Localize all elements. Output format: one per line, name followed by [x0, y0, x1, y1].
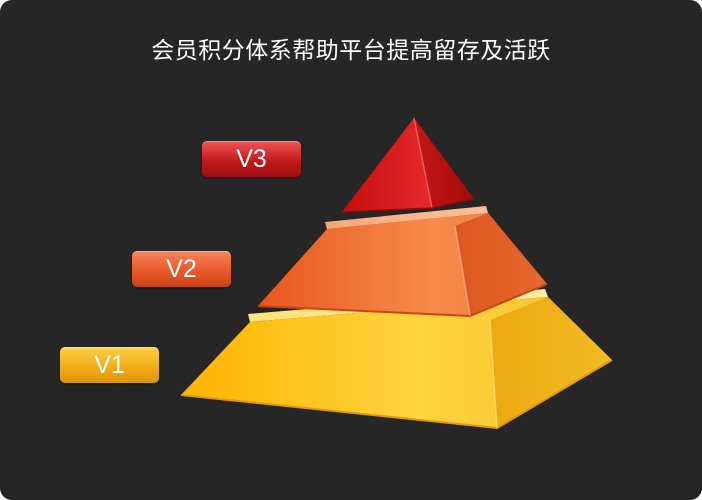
level-label-v1: V1 [60, 347, 159, 383]
level-label-v2: V2 [132, 251, 231, 287]
tier-v1-side-face [490, 297, 612, 428]
diagram-card: 会员积分体系帮助平台提高留存及活跃 V3 V2 V1 [0, 0, 702, 500]
pyramid-tier-v3 [341, 117, 475, 213]
level-label-v3: V3 [202, 141, 301, 177]
pyramid-tier-v2 [257, 206, 548, 318]
pyramid-diagram [180, 117, 613, 430]
